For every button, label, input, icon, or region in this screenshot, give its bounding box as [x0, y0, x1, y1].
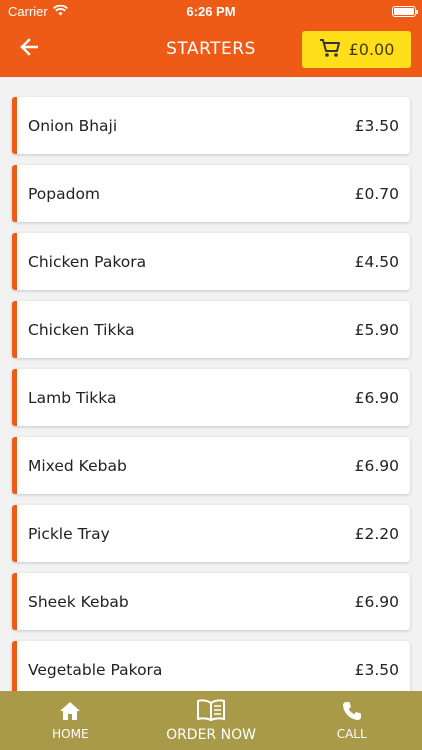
status-bar: Carrier 6:26 PM: [0, 0, 422, 22]
item-price: £3.50: [354, 116, 399, 135]
item-name: Lamb Tikka: [28, 388, 117, 407]
item-price: £5.90: [354, 320, 399, 339]
tab-label: ORDER NOW: [166, 726, 256, 743]
item-price: £2.20: [354, 524, 399, 543]
tab-bar: HOME ORDER NOW CALL: [0, 691, 422, 750]
nav-bar: STARTERS £0.00: [0, 22, 422, 77]
item-price: £6.90: [354, 456, 399, 475]
menu-item[interactable]: Vegetable Pakora £3.50: [12, 641, 410, 698]
item-name: Onion Bhaji: [28, 116, 118, 135]
tab-order-now[interactable]: ORDER NOW: [141, 691, 282, 750]
item-name: Chicken Tikka: [28, 320, 135, 339]
cart-total: £0.00: [348, 40, 395, 59]
cart-button[interactable]: £0.00: [302, 31, 411, 68]
menu-item[interactable]: Pickle Tray £2.20: [12, 505, 410, 562]
tab-call[interactable]: CALL: [281, 691, 422, 750]
item-price: £6.90: [354, 388, 399, 407]
menu-item[interactable]: Chicken Tikka £5.90: [12, 301, 410, 358]
cart-icon: [319, 38, 341, 62]
item-name: Vegetable Pakora: [28, 660, 163, 679]
carrier-label: Carrier: [8, 3, 48, 19]
item-name: Chicken Pakora: [28, 252, 147, 271]
tab-label: CALL: [336, 726, 367, 741]
item-price: £6.90: [354, 592, 399, 611]
status-left: Carrier: [8, 4, 68, 19]
item-name: Mixed Kebab: [28, 456, 127, 475]
item-price: £3.50: [354, 660, 399, 679]
tab-label: HOME: [52, 726, 89, 741]
wifi-icon: [52, 4, 68, 19]
menu-item[interactable]: Mixed Kebab £6.90: [12, 437, 410, 494]
menu-item[interactable]: Lamb Tikka £6.90: [12, 369, 410, 426]
tab-home[interactable]: HOME: [0, 691, 141, 750]
menu-book-icon: [196, 698, 226, 725]
item-name: Pickle Tray: [28, 524, 110, 543]
battery-icon: [392, 5, 418, 17]
item-name: Popadom: [28, 184, 101, 203]
item-price: £4.50: [354, 252, 399, 271]
menu-item[interactable]: Onion Bhaji £3.50: [12, 97, 410, 154]
menu-item[interactable]: Popadom £0.70: [12, 165, 410, 222]
phone-icon: [342, 701, 362, 724]
item-price: £0.70: [354, 184, 399, 203]
menu-item[interactable]: Chicken Pakora £4.50: [12, 233, 410, 290]
item-name: Sheek Kebab: [28, 592, 129, 611]
home-icon: [59, 701, 81, 724]
menu-item[interactable]: Sheek Kebab £6.90: [12, 573, 410, 630]
